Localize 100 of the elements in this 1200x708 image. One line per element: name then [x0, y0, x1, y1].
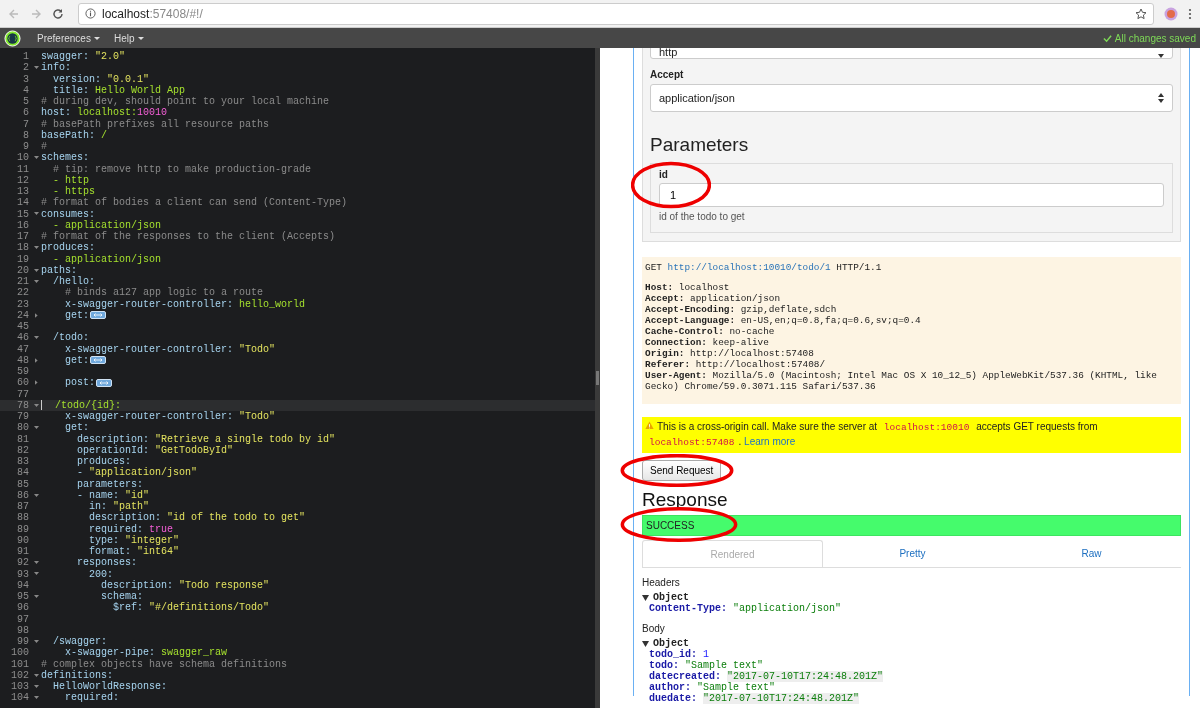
- request-header: Cache-Control: no-cache: [645, 326, 776, 337]
- url-link[interactable]: http://localhost:10010/todo/1: [667, 262, 831, 273]
- fold-caret-icon[interactable]: [33, 268, 39, 273]
- line-number: 96: [16, 602, 30, 614]
- fold-caret-icon[interactable]: [34, 357, 38, 363]
- line-number: 46: [16, 332, 30, 344]
- fold-caret-icon[interactable]: [33, 156, 39, 160]
- line-number: 16: [16, 219, 30, 231]
- code-line: $ref: "#/definitions/Todo": [112, 602, 270, 614]
- code-line: title: Hello World App: [52, 84, 186, 96]
- code-line: # format of bodies a client can send (Content-Type): [41, 197, 348, 209]
- code-line: /todo:: [52, 332, 89, 344]
- code-line: version: "0.0.1": [52, 73, 150, 85]
- line-number: 77: [16, 388, 30, 400]
- line-number: 3: [22, 73, 30, 85]
- line-number: 22: [16, 287, 30, 299]
- fold-caret-icon[interactable]: [33, 684, 39, 689]
- fold-caret-icon[interactable]: [33, 246, 39, 250]
- caret-down-icon[interactable]: [642, 640, 649, 647]
- code-line: HelloWorldResponse:: [52, 681, 168, 693]
- line-number: 91: [16, 546, 30, 558]
- extension-icon[interactable]: [1164, 6, 1178, 21]
- menu-button[interactable]: Help: [113, 30, 144, 46]
- logo-icon[interactable]: [4, 29, 21, 47]
- line-number: 1: [22, 51, 30, 63]
- reload-icon[interactable]: [52, 7, 64, 20]
- line-number: 82: [16, 444, 30, 456]
- learn-more-link[interactable]: Learn more: [744, 436, 796, 447]
- send-request-button[interactable]: Send Request: [642, 460, 722, 481]
- code-line: operationId: "GetTodoById": [76, 444, 234, 456]
- code-line: - name: "id": [76, 489, 150, 501]
- line-number: 79: [16, 411, 30, 423]
- address-bar[interactable]: localhost:57408/#!/: [78, 2, 1154, 25]
- request-header: User-Agent: Mozilla/5.0 (Macintosh; Intel Mac OS X 10_12_5) AppleWebKit/537.36 (KHTML, like Gecko) Chrome/59.0.3071.115 Safari/537.36: [645, 370, 1158, 392]
- fold-caret-icon[interactable]: [33, 336, 39, 340]
- fold-caret-icon[interactable]: [33, 673, 39, 678]
- tree-property: author: "Sample text": [648, 682, 776, 693]
- fold-caret-icon[interactable]: [33, 594, 39, 599]
- code-line: format: "int64": [88, 546, 180, 558]
- tree-node-label[interactable]: Object: [653, 638, 689, 649]
- menu-icon[interactable]: [1188, 7, 1192, 20]
- line-number: 88: [16, 512, 30, 524]
- code-line: get:: [64, 422, 89, 434]
- fold-caret-icon[interactable]: [34, 380, 38, 386]
- line-number: 84: [16, 467, 30, 479]
- line-number: 93: [16, 568, 30, 580]
- code-line: parameters:: [76, 478, 144, 490]
- code-line: in: "path": [88, 501, 150, 513]
- code-line: 200:: [88, 568, 113, 580]
- line-number: 95: [16, 591, 30, 603]
- tree-property: duedate: "2017-07-10T17:24:48.201Z": [648, 693, 861, 704]
- code-line: - https: [52, 186, 95, 198]
- line-number: 11: [16, 163, 30, 175]
- request-header: Accept-Language: en-US,en;q=0.8,fa;q=0.6,sv;q=0.4: [645, 315, 922, 326]
- code-line: # tip: remove http to make production-grade: [52, 163, 312, 175]
- line-number: 6: [22, 107, 30, 119]
- code-line: get:: [64, 309, 89, 321]
- tree-node-label[interactable]: Object: [653, 592, 689, 603]
- caret-down-icon[interactable]: [642, 594, 649, 601]
- info-icon[interactable]: [85, 8, 96, 19]
- line-number: 60: [16, 377, 30, 389]
- fold-caret-icon[interactable]: [33, 279, 39, 284]
- check-icon: [1102, 33, 1112, 43]
- fold-caret-icon[interactable]: [33, 212, 39, 216]
- line-number: 104: [10, 692, 30, 704]
- parameter-input[interactable]: 1: [659, 183, 1164, 207]
- field-description: id of the todo to get: [659, 211, 746, 222]
- code-editor[interactable]: [0, 48, 595, 708]
- request-header: Accept-Encoding: gzip,deflate,sdch: [645, 304, 838, 315]
- line-number: 85: [16, 478, 30, 490]
- fold-caret-icon[interactable]: [33, 572, 39, 576]
- fold-caret-icon[interactable]: [33, 696, 39, 700]
- folded-code-icon[interactable]: [96, 378, 112, 387]
- line-number: 23: [16, 298, 30, 310]
- menu-button[interactable]: Preferences: [37, 30, 100, 46]
- caret-down-icon: [1158, 54, 1164, 58]
- code-line: - application/json: [52, 253, 162, 265]
- tab[interactable]: Pretty: [823, 540, 1002, 567]
- fold-caret-icon[interactable]: [33, 66, 39, 70]
- scheme-select[interactable]: http: [650, 48, 1173, 59]
- request-header: Origin: http://localhost:57408: [645, 348, 815, 359]
- fold-caret-icon[interactable]: [34, 312, 38, 318]
- request-header: Connection: keep-alive: [645, 337, 770, 348]
- line-number: 100: [10, 647, 30, 659]
- fold-caret-icon[interactable]: [33, 493, 39, 498]
- fold-caret-icon[interactable]: [33, 426, 39, 430]
- folded-code-icon[interactable]: [90, 356, 106, 365]
- accept-select[interactable]: application/json: [650, 84, 1173, 112]
- fold-caret-icon[interactable]: [33, 403, 39, 408]
- tab[interactable]: Raw: [1002, 540, 1181, 567]
- line-number: 14: [16, 197, 30, 209]
- fold-caret-icon[interactable]: [33, 639, 39, 644]
- fold-caret-icon[interactable]: [33, 561, 39, 565]
- folded-code-icon[interactable]: [90, 311, 106, 320]
- line-number: 7: [22, 118, 30, 130]
- line-number: 12: [16, 174, 30, 186]
- star-icon[interactable]: [1135, 7, 1147, 20]
- line-number: 9: [22, 141, 30, 153]
- line-number: 86: [16, 489, 30, 501]
- code-line: x-swagger-router-controller: "Todo": [64, 343, 276, 355]
